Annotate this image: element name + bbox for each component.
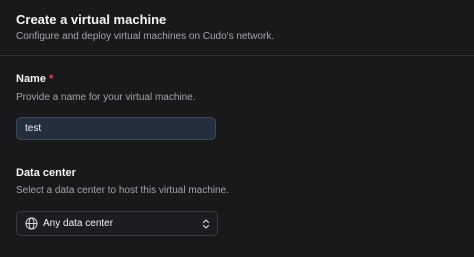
page-subtitle: Configure and deploy virtual machines on…: [16, 31, 275, 42]
chevron-up-down-icon: [202, 219, 210, 229]
data-center-label: Data center: [16, 167, 76, 179]
name-input[interactable]: [16, 117, 216, 140]
page-title: Create a virtual machine: [16, 12, 167, 27]
name-help-text: Provide a name for your virtual machine.: [16, 92, 196, 103]
globe-icon: [25, 217, 38, 230]
data-center-selected-value: Any data center: [43, 218, 114, 229]
data-center-help-text: Select a data center to host this virtua…: [16, 185, 229, 196]
data-center-select[interactable]: Any data center: [16, 211, 218, 236]
panel-header: Create a virtual machine Configure and d…: [0, 0, 474, 56]
name-label: Name *: [16, 73, 53, 85]
required-marker: *: [48, 73, 54, 85]
create-vm-panel: Create a virtual machine Configure and d…: [0, 0, 474, 257]
name-label-text: Name: [16, 73, 46, 85]
